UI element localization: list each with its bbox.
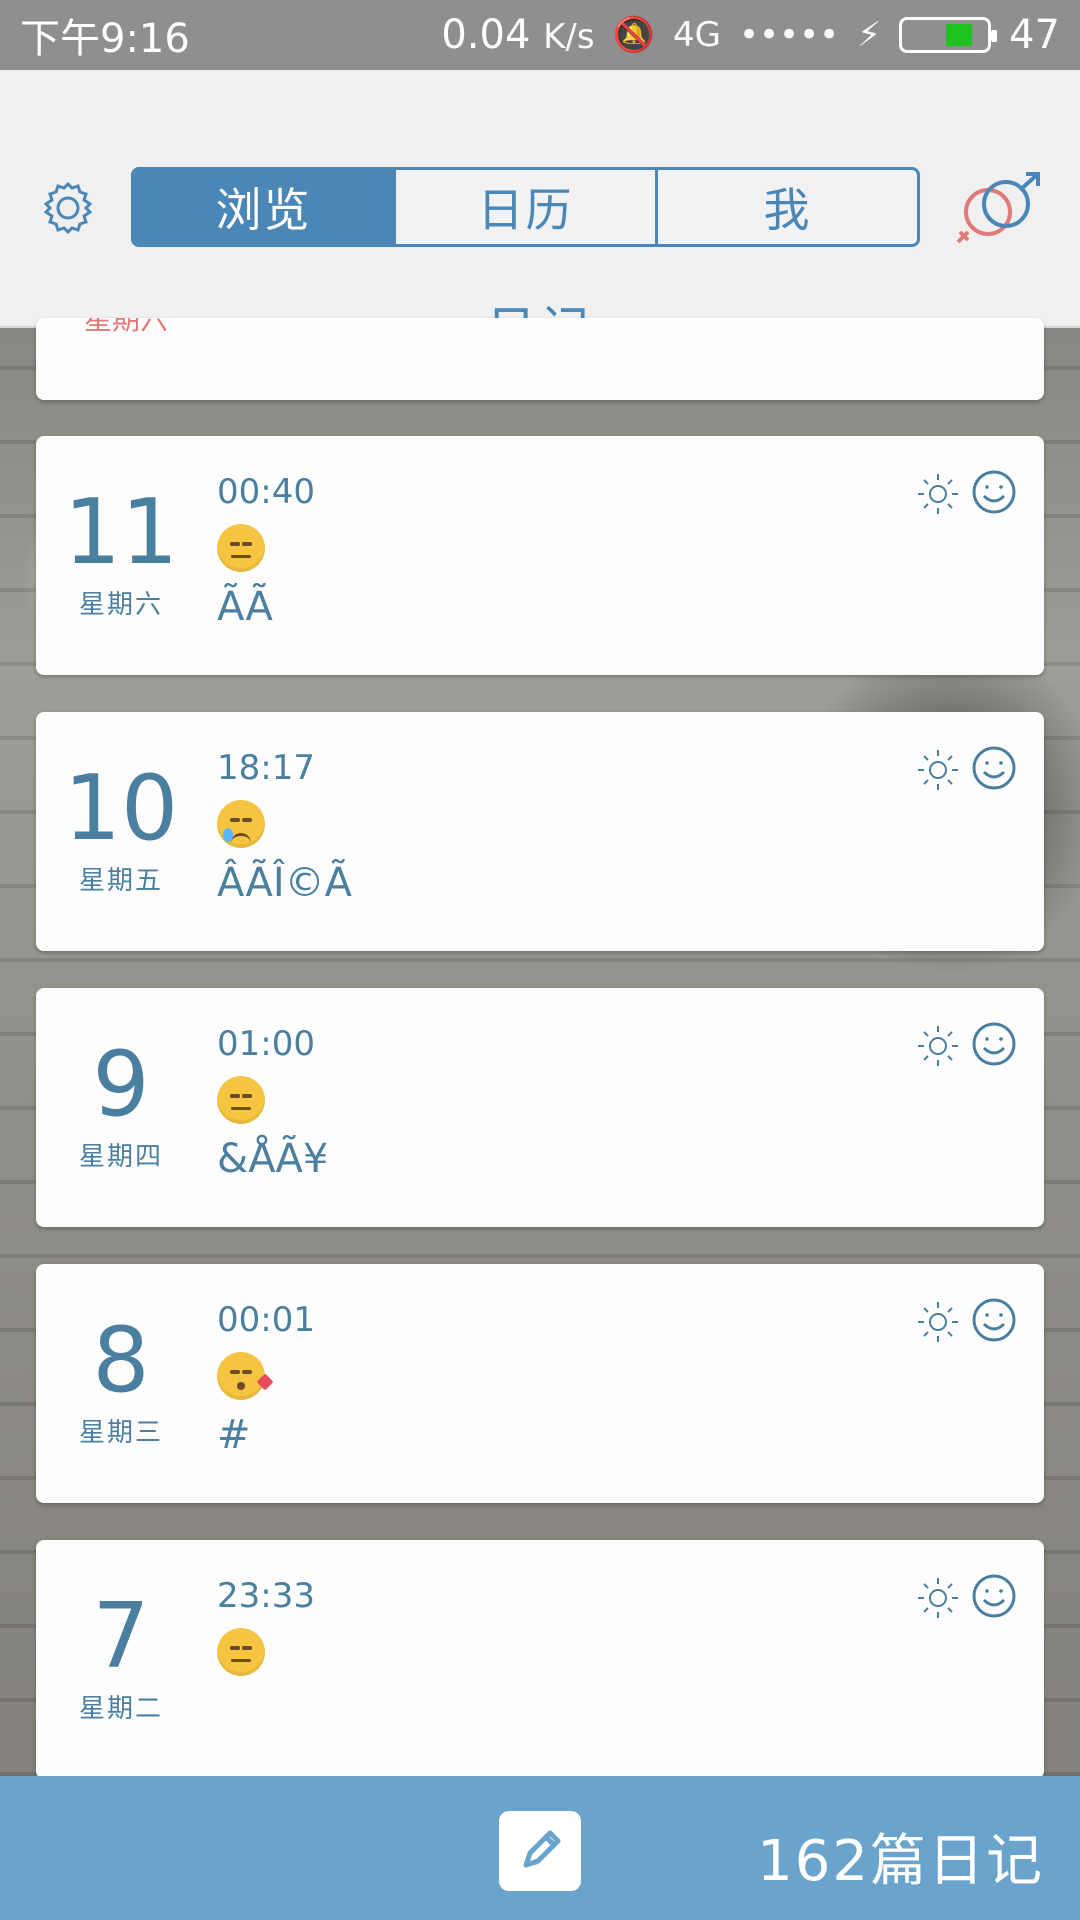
settings-button[interactable] xyxy=(36,176,100,240)
diary-card-partial[interactable]: 星期六 xyxy=(36,318,1044,400)
mood-mouth xyxy=(231,1659,251,1662)
smile-icon xyxy=(968,1570,1020,1622)
app-header: 浏览 日历 我 日记 xyxy=(0,70,1080,359)
mood-mouth xyxy=(231,555,251,558)
mood-eye xyxy=(242,818,252,822)
smile-icon xyxy=(968,742,1020,794)
weather-sun-icon xyxy=(916,1300,960,1344)
mood-eye xyxy=(242,1370,252,1374)
diary-card[interactable]: 10 星期五 18:17 ÂÃÎ©Ã xyxy=(36,712,1044,951)
mood-mouth xyxy=(231,833,251,844)
entry-content: &ÅÃ¥ xyxy=(217,1136,329,1182)
date-block: 10 星期五 xyxy=(36,764,206,897)
day-number: 7 xyxy=(92,1584,150,1689)
weather-sun-icon xyxy=(916,472,960,516)
weather-sun-icon xyxy=(916,748,960,792)
status-right: 0.04 K/s 🔕 4G ••••• ⚡ 47 xyxy=(441,12,1060,58)
tab-me[interactable]: 我 xyxy=(655,170,917,244)
mood-eye xyxy=(230,818,240,822)
entry-time: 18:17 xyxy=(217,748,315,788)
date-block: 8 星期三 xyxy=(36,1316,206,1449)
main-tabs: 浏览 日历 我 xyxy=(131,167,920,247)
mood-unamused-icon xyxy=(217,1628,265,1676)
weekday: 星期四 xyxy=(78,1142,163,1172)
diary-card[interactable]: 7 星期二 23:33 xyxy=(36,1540,1044,1779)
day-number: 11 xyxy=(63,480,179,585)
charging-icon: ⚡ xyxy=(857,15,882,55)
day-number: 9 xyxy=(92,1032,150,1137)
mood-eye xyxy=(230,1646,240,1650)
diary-count: 162篇日记 xyxy=(757,1829,1044,1894)
mute-icon: 🔕 xyxy=(612,15,655,55)
gender-button[interactable] xyxy=(948,170,1048,250)
mood-eye xyxy=(242,542,252,546)
battery-level: 47 xyxy=(1009,12,1060,58)
day-number: 8 xyxy=(92,1308,150,1413)
bottom-bar: 162篇日记 xyxy=(0,1776,1080,1920)
pencil-icon xyxy=(523,1830,561,1868)
mood-mouth xyxy=(231,1107,251,1110)
gear-icon xyxy=(43,181,93,235)
mood-mouth xyxy=(237,1382,245,1390)
tab-browse[interactable]: 浏览 xyxy=(134,170,393,244)
mood-eye xyxy=(230,1370,240,1374)
entry-content: # xyxy=(217,1412,251,1458)
heart-icon xyxy=(256,1373,274,1391)
mood-tear xyxy=(223,828,233,842)
mood-unamused-icon xyxy=(217,524,265,572)
weekday: 星期六 xyxy=(78,590,163,620)
smile-icon xyxy=(968,466,1020,518)
gender-icon xyxy=(956,172,1040,244)
network-speed-value: 0.04 xyxy=(441,12,531,58)
entry-content: ÃÃ xyxy=(217,584,273,630)
weekday: 星期三 xyxy=(78,1418,163,1448)
status-bar: 下午9:16 0.04 K/s 🔕 4G ••••• ⚡ 47 xyxy=(0,0,1080,70)
mood-eye xyxy=(242,1094,252,1098)
entry-time: 00:01 xyxy=(217,1300,315,1340)
date-block: 11 星期六 xyxy=(36,488,206,621)
mood-kiss-heart-icon xyxy=(217,1352,274,1400)
mood-sad-tear-icon xyxy=(217,800,265,848)
smile-icon xyxy=(968,1294,1020,1346)
tab-calendar[interactable]: 日历 xyxy=(393,170,655,244)
entry-time: 00:40 xyxy=(217,472,315,512)
weather-sun-icon xyxy=(916,1576,960,1620)
weekday: 星期五 xyxy=(78,866,163,896)
entry-time: 01:00 xyxy=(217,1024,315,1064)
weekday: 星期二 xyxy=(78,1694,163,1724)
network-speed-unit: K/s xyxy=(543,17,595,57)
network-speed: 0.04 K/s xyxy=(441,12,594,58)
battery-icon xyxy=(899,17,998,53)
weather-sun-icon xyxy=(916,1024,960,1068)
mood-neutral-icon xyxy=(217,1076,265,1124)
day-number: 10 xyxy=(63,756,179,861)
mood-eye xyxy=(230,1094,240,1098)
status-left: 下午9:16 xyxy=(20,6,190,64)
smile-icon xyxy=(968,1018,1020,1070)
diary-card[interactable]: 8 星期三 00:01 # xyxy=(36,1264,1044,1503)
battery-fill xyxy=(946,24,973,46)
mood-eye xyxy=(242,1646,252,1650)
signal-icon: ••••• xyxy=(738,15,840,55)
date-block: 9 星期四 xyxy=(36,1040,206,1173)
diary-card[interactable]: 9 星期四 01:00 &ÅÃ¥ xyxy=(36,988,1044,1227)
entry-content: ÂÃÎ©Ã xyxy=(217,860,352,906)
date-block: 7 星期二 xyxy=(36,1592,206,1725)
entry-time: 23:33 xyxy=(217,1576,315,1616)
compose-button[interactable] xyxy=(499,1811,581,1891)
status-time: 下午9:16 xyxy=(20,16,190,62)
mood-eye xyxy=(230,542,240,546)
partial-weekday: 星期六 xyxy=(84,318,169,336)
diary-card[interactable]: 11 星期六 00:40 ÃÃ xyxy=(36,436,1044,675)
network-type: 4G xyxy=(672,15,721,55)
